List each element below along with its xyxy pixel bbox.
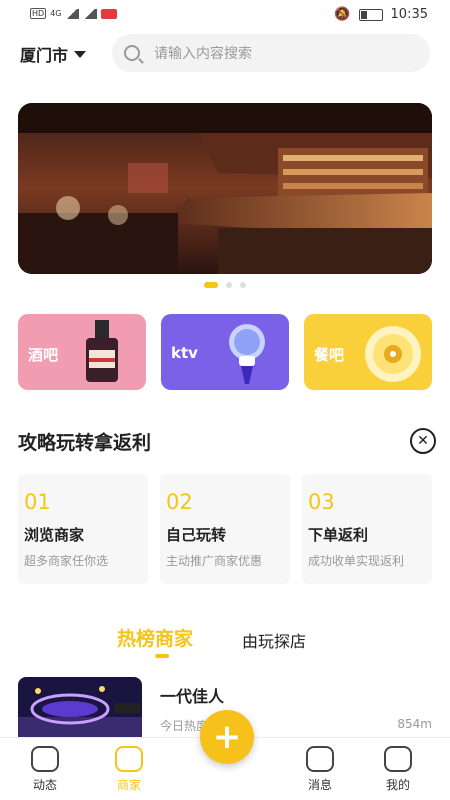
search-icon [124, 45, 140, 61]
city-selector[interactable]: 厦门市 [20, 42, 87, 66]
profile-icon [384, 746, 412, 772]
category-label: 餐吧 [314, 346, 345, 364]
close-button[interactable]: ✕ [410, 428, 436, 454]
step-desc: 超多商家任你选 [24, 554, 109, 568]
tabbar-label: 商家 [116, 778, 141, 792]
guide-step: 01 浏览商家 超多商家任你选 [18, 474, 148, 584]
status-bar: HD 4G 🔕 10:35 [0, 0, 450, 30]
step-desc: 主动推广商家优惠 [166, 554, 263, 568]
category-bar[interactable]: 酒吧 [18, 314, 146, 390]
carousel-indicator [0, 282, 450, 288]
tabbar-item-profile[interactable]: 我的 [368, 746, 428, 793]
status-left: HD 4G [30, 8, 118, 19]
city-label: 厦门市 [20, 46, 69, 65]
guide-step: 02 自己玩转 主动推广商家优惠 [160, 474, 290, 584]
category-ktv[interactable]: ktv [161, 314, 289, 390]
guide-steps: 01 浏览商家 超多商家任你选 02 自己玩转 主动推广商家优惠 03 下单返利… [18, 474, 432, 584]
signal-icon [65, 8, 80, 19]
step-title: 下单返利 [308, 526, 369, 544]
search-placeholder: 请输入内容搜索 [154, 46, 252, 62]
guide-step: 03 下单返利 成功收单实现返利 [302, 474, 432, 584]
step-number: 01 [24, 490, 51, 514]
bottle-icon [86, 320, 118, 382]
add-button[interactable]: + [200, 710, 254, 764]
carousel-dot-active [204, 282, 218, 288]
caret-down-icon [74, 50, 87, 58]
close-icon: ✕ [417, 433, 429, 449]
tab-hot-merchants[interactable]: 热榜商家 [117, 624, 193, 651]
step-title: 自己玩转 [166, 526, 227, 544]
active-tab-indicator [155, 654, 169, 658]
tabbar-item-feed[interactable]: 动态 [15, 746, 75, 793]
search-input[interactable]: 请输入内容搜索 [112, 34, 430, 72]
top-bar: 厦门市 请输入内容搜索 [0, 34, 450, 76]
record-icon [365, 326, 421, 382]
message-icon [306, 746, 334, 772]
step-desc: 成功收单实现返利 [308, 554, 405, 568]
plus-icon: + [212, 717, 242, 757]
list-tabs: 热榜商家 由玩探店 [0, 624, 450, 660]
shop-name: 一代佳人 [160, 687, 225, 706]
step-number: 03 [308, 490, 335, 514]
network-indicator: 4G [50, 9, 62, 18]
category-row: 酒吧 ktv 餐吧 [18, 314, 432, 390]
tabbar-item-messages[interactable]: 消息 [290, 746, 350, 793]
step-number: 02 [166, 490, 193, 514]
tabbar-label: 我的 [385, 778, 410, 792]
guide-title: 攻略玩转拿返利 [18, 432, 152, 454]
category-label: 酒吧 [28, 346, 59, 364]
banner-image [18, 103, 432, 274]
clock: 10:35 [390, 7, 428, 22]
tab-explore[interactable]: 由玩探店 [242, 628, 306, 652]
microphone-icon [229, 324, 265, 384]
hd-indicator: HD [30, 8, 47, 19]
app-notification-icon [101, 8, 118, 19]
step-title: 浏览商家 [24, 526, 85, 544]
planet-icon [31, 746, 59, 772]
category-label: ktv [171, 344, 198, 362]
battery-icon [358, 8, 383, 21]
carousel-dot [240, 282, 246, 288]
banner-carousel[interactable] [18, 103, 432, 274]
shop-icon [115, 746, 143, 772]
bottom-tab-bar: 动态 商家 + 消息 我的 [0, 710, 450, 800]
wifi-icon [83, 8, 98, 19]
tabbar-label: 消息 [307, 778, 332, 792]
status-right: 🔕 10:35 [334, 7, 428, 22]
category-food[interactable]: 餐吧 [304, 314, 432, 390]
tabbar-label: 动态 [32, 778, 57, 792]
tabbar-item-merchants[interactable]: 商家 [99, 746, 159, 793]
mute-icon: 🔕 [334, 7, 351, 22]
shop-distance: 854m [397, 717, 432, 731]
carousel-dot [226, 282, 232, 288]
